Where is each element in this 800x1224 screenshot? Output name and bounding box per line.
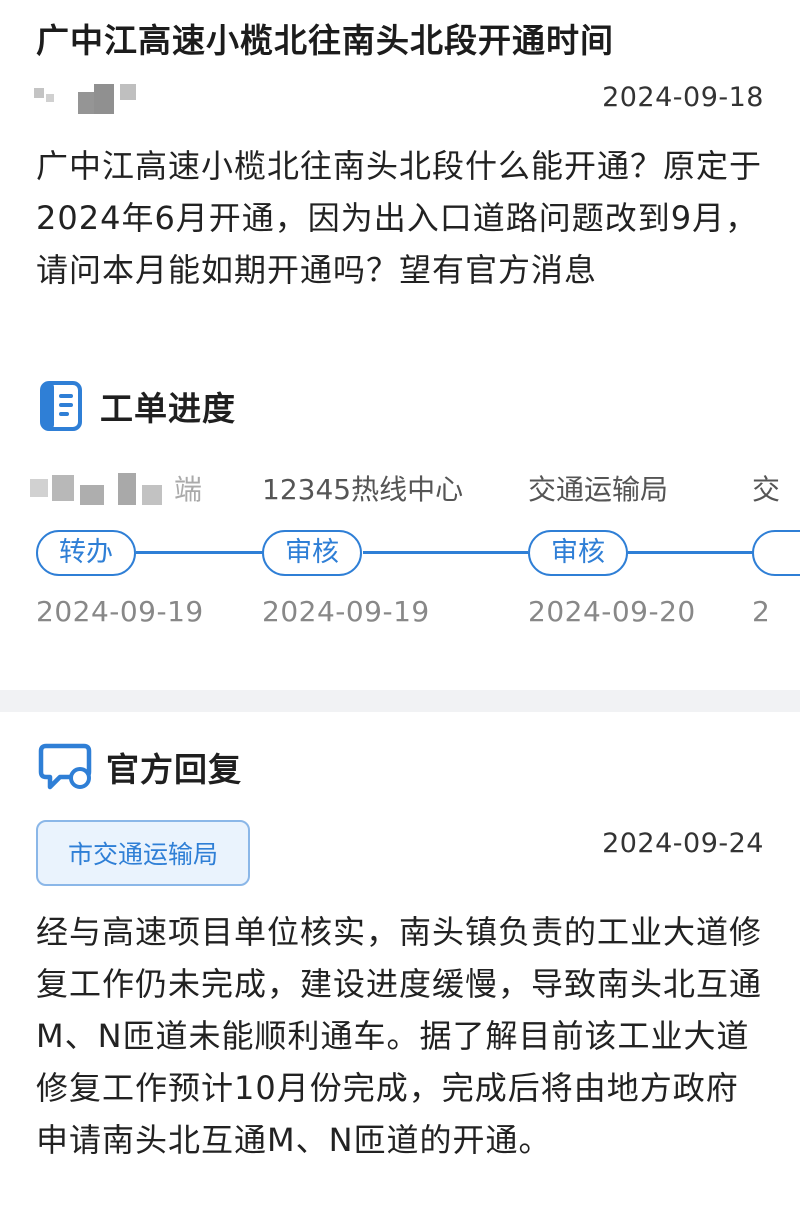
progress-heading-label: 工单进度: [100, 389, 236, 428]
step-2-status[interactable]: 审核: [262, 530, 362, 576]
step-2-name: 12345热线中心: [262, 473, 464, 506]
step-4-status[interactable]: [752, 530, 800, 576]
step-1-name: 端: [174, 473, 203, 506]
step-1-date: 2024-09-19: [36, 595, 204, 628]
timeline-connector: [628, 551, 758, 554]
timeline-connector: [363, 551, 528, 554]
question-body: 广中江高速小榄北往南头北段什么能开通？原定于2024年6月开通，因为出入口道路问…: [36, 147, 763, 289]
reply-body: 经与高速项目单位核实，南头镇负责的工业大道修复工作仍未完成，建设进度缓慢，导致南…: [36, 913, 763, 1159]
reply-date: 2024-09-24: [602, 828, 764, 859]
reply-heading: 官方回复: [38, 742, 242, 792]
department-badge[interactable]: 市交通运输局: [36, 820, 250, 886]
step-4-date: 2: [752, 595, 771, 628]
step-3-date: 2024-09-20: [528, 595, 696, 628]
question-title: 广中江高速小榄北往南头北段开通时间: [36, 21, 614, 60]
document-list-icon: [40, 381, 82, 431]
step-1-status[interactable]: 转办: [36, 530, 136, 576]
section-divider: [0, 690, 800, 712]
reply-heading-label: 官方回复: [106, 750, 242, 789]
progress-heading: 工单进度: [38, 380, 236, 432]
step-4-name: 交: [752, 473, 781, 506]
step-2-date: 2024-09-19: [262, 595, 430, 628]
progress-timeline[interactable]: 端 转办 2024-09-19 12345热线中心 审核 2024-09-19 …: [0, 455, 800, 645]
timeline-connector: [136, 551, 263, 554]
step-3-name: 交通运输局: [528, 473, 669, 506]
step-3-status[interactable]: 审核: [528, 530, 628, 576]
question-date: 2024-09-18: [602, 82, 764, 113]
blurred-username: [30, 82, 140, 118]
chat-bubble-icon: [38, 743, 92, 790]
